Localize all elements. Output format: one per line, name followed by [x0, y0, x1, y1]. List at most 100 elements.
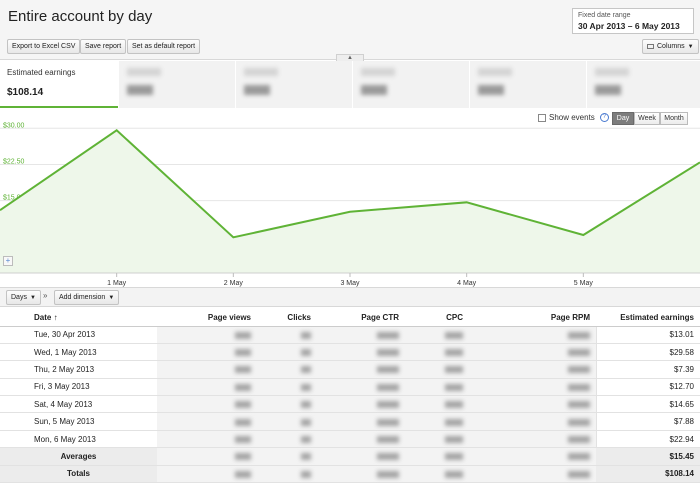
granularity-week-button[interactable]: Week: [634, 112, 660, 125]
obscured-cell: [405, 465, 469, 484]
obscured-cell: [405, 395, 469, 414]
obscured-cell: [257, 378, 317, 397]
obscured-cell: [257, 430, 317, 449]
table-row: Thu, 2 May 2013 $7.39: [0, 360, 700, 379]
x-tick-label: 2 May: [224, 280, 244, 287]
obscured-cell: [157, 360, 257, 379]
table-row: Fri, 3 May 2013 $12.70: [0, 378, 700, 397]
x-tick-label: 3 May: [340, 280, 360, 287]
table-row: Wed, 1 May 2013 $29.58: [0, 343, 700, 362]
sort-ascending-icon: ↑: [53, 313, 58, 323]
obscured-cell: [157, 430, 257, 449]
columns-button[interactable]: Columns ▼: [642, 39, 699, 54]
metric-tab-obscured[interactable]: [586, 61, 700, 108]
obscured-cell: [157, 326, 257, 344]
obscured-cell: [257, 465, 317, 484]
totals-label: Totals: [0, 465, 157, 484]
y-tick-label: $30.00: [3, 122, 25, 129]
column-header-clicks[interactable]: Clicks: [257, 310, 317, 327]
cell-date: Tue, 30 Apr 2013: [0, 326, 157, 344]
obscured-cell: [157, 447, 257, 466]
obscured-cell: [317, 360, 405, 379]
table-row: Mon, 6 May 2013 $22.94: [0, 430, 700, 449]
cell-estimated-earnings: $7.39: [595, 360, 700, 379]
show-events-checkbox[interactable]: [538, 113, 546, 122]
obscured-cell: [405, 360, 469, 379]
metric-tab-obscured[interactable]: [352, 61, 469, 108]
cell-estimated-earnings: $7.88: [595, 412, 700, 431]
granularity-month-button[interactable]: Month: [660, 112, 688, 125]
data-point[interactable]: [581, 233, 585, 237]
obscured-cell: [405, 326, 469, 344]
metric-name: Estimated earnings: [7, 68, 76, 77]
dimension-label: Days: [11, 294, 27, 301]
column-header-date[interactable]: Date ↑: [0, 310, 157, 327]
add-dimension-dropdown[interactable]: Add dimension ▼: [54, 290, 120, 305]
date-range-value: 30 Apr 2013 – 6 May 2013: [578, 21, 680, 31]
help-icon[interactable]: ?: [599, 113, 609, 122]
data-point[interactable]: [465, 200, 469, 204]
metric-tab-obscured[interactable]: [235, 61, 352, 108]
collapse-handle[interactable]: ▲: [336, 54, 364, 61]
table-row: Sun, 5 May 2013 $7.88: [0, 412, 700, 431]
obscured-cell: [157, 395, 257, 414]
obscured-cell: [469, 412, 596, 431]
column-header-page-rpm[interactable]: Page RPM: [469, 310, 596, 327]
x-tick-label: 4 May: [457, 280, 477, 287]
column-header-page-ctr[interactable]: Page CTR: [317, 310, 405, 327]
x-tick-label: 5 May: [574, 280, 594, 287]
cell-date: Fri, 3 May 2013: [0, 378, 157, 397]
cell-estimated-earnings: $14.65: [595, 395, 700, 414]
metric-tab-obscured[interactable]: [469, 61, 586, 108]
obscured-cell: [469, 360, 596, 379]
date-range-picker[interactable]: Fixed date range 30 Apr 2013 – 6 May 201…: [572, 8, 694, 34]
show-events-label: Show events: [549, 113, 595, 122]
obscured-cell: [257, 360, 317, 379]
column-header-cpc[interactable]: CPC: [405, 310, 469, 327]
obscured-cell: [257, 343, 317, 362]
obscured-cell: [157, 465, 257, 484]
data-point[interactable]: [115, 128, 119, 132]
metric-tab-estimated-earnings[interactable]: Estimated earnings $108.14: [0, 61, 118, 108]
averages-row: Averages $15.45: [0, 447, 700, 466]
table-header-row: Date ↑ Page views Clicks Page CTR CPC Pa…: [0, 310, 700, 327]
column-header-page-views[interactable]: Page views: [157, 310, 257, 327]
y-tick-label: $22.50: [3, 158, 25, 165]
cell-estimated-earnings: $13.01: [595, 326, 700, 344]
obscured-cell: [157, 343, 257, 362]
data-point[interactable]: [348, 210, 352, 214]
obscured-cell: [317, 326, 405, 344]
obscured-cell: [405, 412, 469, 431]
cell-date: Sat, 4 May 2013: [0, 395, 157, 414]
show-events-toggle[interactable]: Show events ?: [538, 113, 609, 122]
save-report-button[interactable]: Save report: [80, 39, 127, 54]
metric-tab-obscured[interactable]: [118, 61, 235, 108]
table-row: Sat, 4 May 2013 $14.65: [0, 395, 700, 414]
metric-scorecard: Estimated earnings $108.14: [0, 61, 700, 108]
obscured-cell: [317, 430, 405, 449]
obscured-cell: [257, 412, 317, 431]
chevron-down-icon: ▼: [29, 295, 36, 301]
chevron-down-icon: ▼: [687, 44, 694, 50]
obscured-cell: [257, 326, 317, 344]
page-title: Entire account by day: [8, 8, 153, 25]
set-default-report-button[interactable]: Set as default report: [127, 39, 201, 54]
zoom-plus-icon[interactable]: +: [3, 256, 13, 266]
cell-estimated-earnings: $22.94: [595, 430, 700, 449]
obscured-cell: [317, 465, 405, 484]
export-csv-button[interactable]: Export to Excel CSV: [7, 39, 81, 54]
metric-value: $108.14: [7, 87, 44, 98]
cell-estimated-earnings: $12.70: [595, 378, 700, 397]
obscured-cell: [405, 343, 469, 362]
column-header-estimated-earnings[interactable]: Estimated earnings: [596, 310, 700, 327]
averages-earnings: $15.45: [596, 447, 700, 466]
obscured-cell: [317, 395, 405, 414]
x-tick-label: 1 May: [107, 280, 127, 287]
data-point[interactable]: [231, 235, 235, 239]
cell-date: Thu, 2 May 2013: [0, 360, 157, 379]
granularity-day-button[interactable]: Day: [612, 112, 634, 125]
columns-icon: [647, 43, 654, 49]
cell-estimated-earnings: $29.58: [595, 343, 700, 362]
obscured-cell: [317, 412, 405, 431]
dimension-dropdown[interactable]: Days ▼: [6, 290, 41, 305]
